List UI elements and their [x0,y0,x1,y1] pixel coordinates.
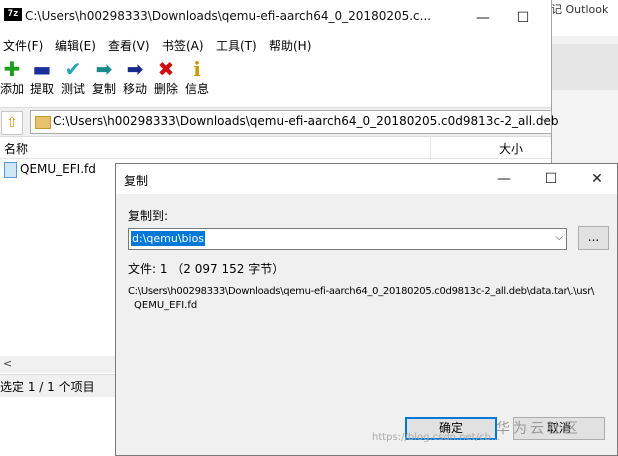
address-row: ⇧ C:\Users\h00298333\Downloads\qemu-efi-… [0,107,558,137]
address-path: C:\Users\h00298333\Downloads\qemu-efi-aa… [53,114,559,128]
app-logo-icon: 7z [4,8,22,21]
copy-dialog: 复制 — ☐ ✕ 复制到: d:\qemu\bios ⌵ ... 文件: 1 （… [115,163,618,456]
menu-view[interactable]: 查看(V) [108,37,150,54]
delete-icon: ✖ [157,57,175,81]
menu-tools[interactable]: 工具(T) [216,37,257,54]
dialog-close-button[interactable]: ✕ [575,167,618,191]
toolbar: ✚ 添加 ▬ 提取 ✔ 测试 ➡ 复制 ➡ 移动 ✖ 删除 i 信息 [0,57,551,103]
background-window-titlebar: 记 Outlook [551,0,618,36]
source-path: C:\Users\h00298333\Downloads\qemu-efi-aa… [128,286,595,297]
extract-icon: ▬ [32,57,52,81]
address-bar[interactable]: C:\Users\h00298333\Downloads\qemu-efi-aa… [30,110,558,134]
maximize-button[interactable]: ☐ [503,6,543,30]
column-header: 名称 大小 [0,136,551,159]
up-folder-button[interactable]: ⇧ [1,111,23,135]
move-icon: ➡ [126,57,144,81]
scroll-left-icon[interactable]: < [3,357,12,370]
menu-bar: 文件(F) 编辑(E) 查看(V) 书签(A) 工具(T) 帮助(H) [0,36,551,56]
copy-icon: ➡ [95,57,113,81]
browse-button[interactable]: ... [578,226,609,250]
menu-file[interactable]: 文件(F) [3,37,43,54]
destination-combobox[interactable]: d:\qemu\bios ⌵ [128,228,567,250]
destination-input[interactable]: d:\qemu\bios [131,231,206,246]
watermark-url: https://blog.csdn.net/cb... [372,432,501,443]
file-name: QEMU_EFI.fd [20,162,96,176]
info-label: 信息 [184,82,209,96]
source-file: QEMU_EFI.fd [134,300,198,311]
menu-bookmarks[interactable]: 书签(A) [162,37,204,54]
files-info: 文件: 1 （2 097 152 字节） [128,262,285,276]
test-icon: ✔ [64,57,82,81]
menu-help[interactable]: 帮助(H) [269,37,311,54]
dialog-maximize-button[interactable]: ☐ [529,167,573,191]
copy-to-label: 复制到: [128,209,169,223]
info-icon: i [193,57,201,81]
info-button[interactable]: i 信息 [181,57,213,103]
window-title: C:\Users\h00298333\Downloads\qemu-efi-aa… [25,9,432,23]
column-divider[interactable] [430,136,431,158]
dialog-minimize-button[interactable]: — [482,167,526,191]
menu-edit[interactable]: 编辑(E) [55,37,96,54]
watermark-brand: 华为云社区 [496,421,581,437]
chevron-down-icon[interactable]: ⌵ [541,114,549,125]
file-icon [4,162,17,178]
background-window-title: 记 Outlook [551,3,609,16]
column-size[interactable]: 大小 [499,140,523,157]
status-text: 选定 1 / 1 个项目 [0,380,95,394]
folder-icon [35,116,51,129]
chevron-down-icon[interactable]: ⌵ [555,232,563,243]
minimize-button[interactable]: — [463,6,503,30]
add-icon: ✚ [3,57,21,81]
dialog-title-bar: 复制 — ☐ ✕ [116,164,617,194]
column-name[interactable]: 名称 [4,140,28,157]
title-bar: 7z C:\Users\h00298333\Downloads\qemu-efi… [0,0,551,36]
dialog-title: 复制 [124,174,149,188]
background-window-toolbar [551,44,618,90]
